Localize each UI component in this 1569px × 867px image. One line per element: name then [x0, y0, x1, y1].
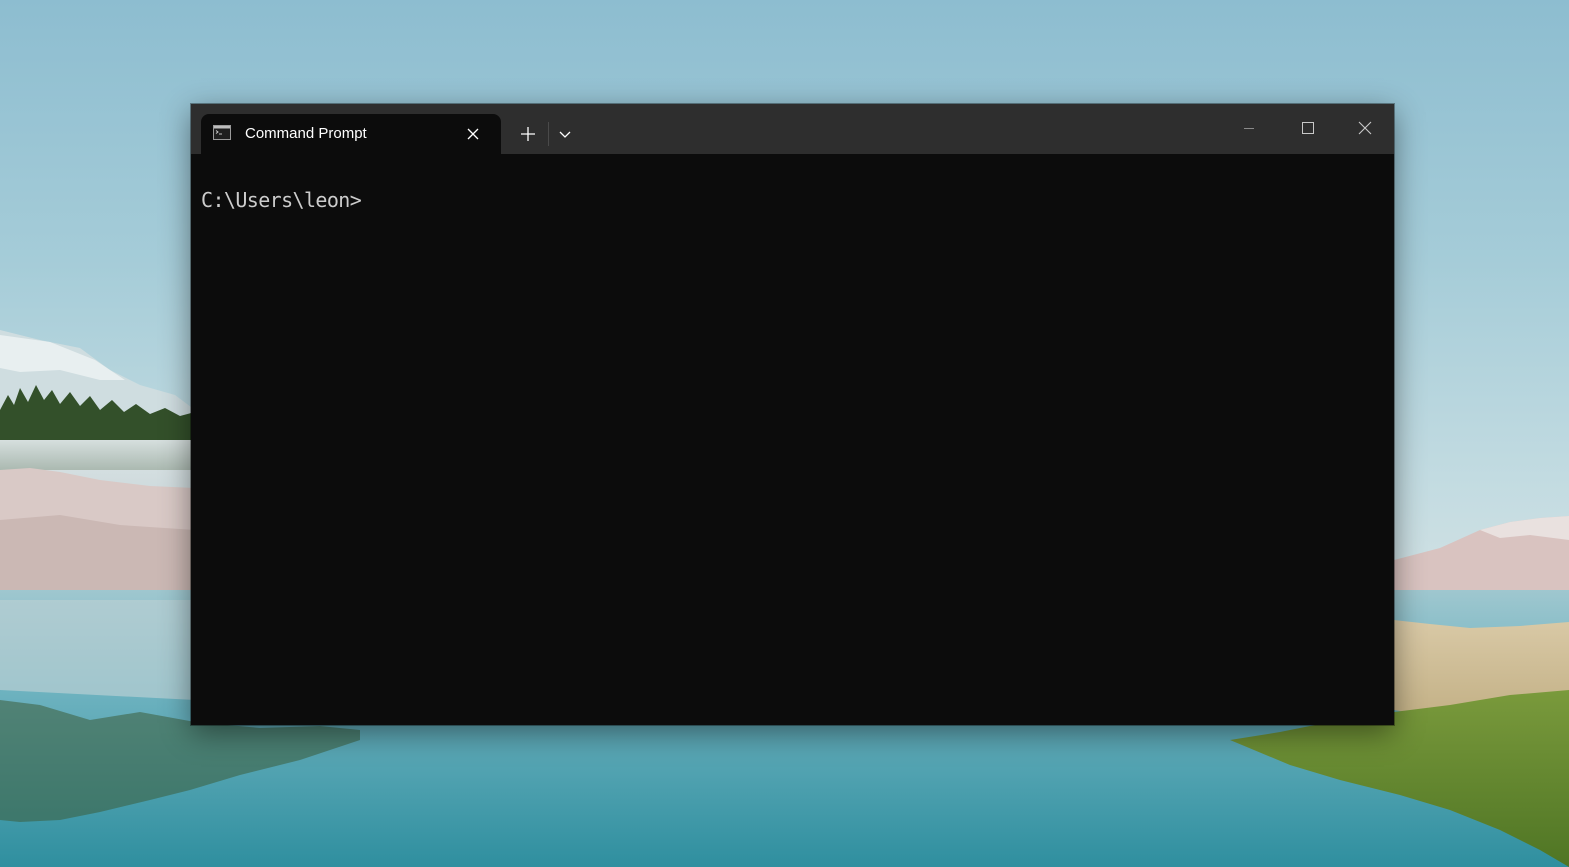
- tab-divider: [548, 122, 549, 146]
- maximize-icon: [1302, 122, 1314, 134]
- plus-icon: [521, 127, 535, 141]
- chevron-down-icon: [559, 131, 571, 138]
- close-tab-icon[interactable]: [464, 125, 482, 143]
- maximize-button[interactable]: [1278, 104, 1336, 152]
- command-prompt-icon: [213, 125, 231, 140]
- close-window-button[interactable]: [1336, 104, 1394, 152]
- command-prompt-line: C:\Users\leon>: [201, 188, 362, 212]
- minimize-button[interactable]: [1220, 104, 1278, 152]
- console-area[interactable]: C:\Users\leon>: [191, 154, 1394, 725]
- new-tab-button[interactable]: [511, 120, 545, 148]
- new-tab-dropdown-button[interactable]: [551, 120, 579, 148]
- title-bar[interactable]: Command Prompt: [191, 104, 1394, 154]
- tab-title: Command Prompt: [245, 125, 367, 142]
- terminal-window: Command Prompt C:\Users\leon>: [191, 104, 1394, 725]
- close-icon: [1358, 121, 1372, 135]
- minimize-icon: [1244, 128, 1254, 129]
- tab-command-prompt[interactable]: Command Prompt: [201, 114, 501, 154]
